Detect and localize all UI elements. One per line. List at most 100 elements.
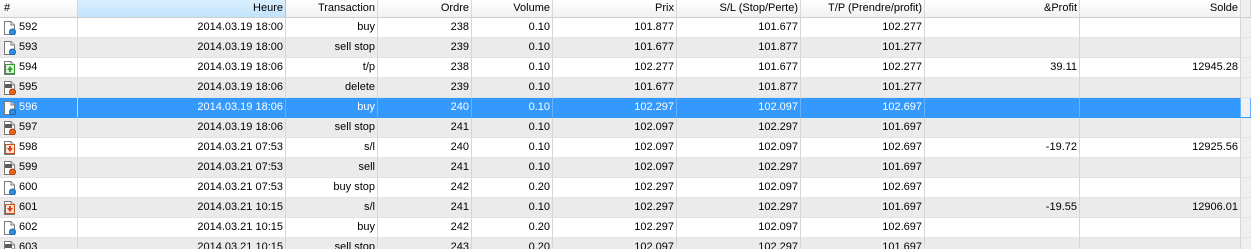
table-row[interactable]: 598 2014.03.21 07:53 s/l 240 0.10 102.097 102.… <box>0 138 1251 158</box>
price-cell: 102.097 <box>553 238 677 249</box>
history-table: # Heure Transaction Ordre Volume Prix S/… <box>0 0 1251 249</box>
scrollbar-track[interactable] <box>1241 38 1251 58</box>
price-cell: 102.297 <box>553 218 677 238</box>
balance-cell <box>1080 18 1241 38</box>
stop-loss-cell: 102.097 <box>677 178 801 198</box>
profit-cell <box>925 98 1080 118</box>
table-row[interactable]: 593 2014.03.19 18:00 sell stop 239 0.10 101.6… <box>0 38 1251 58</box>
table-row[interactable]: 602 2014.03.21 10:15 buy 242 0.20 102.297 102.… <box>0 218 1251 238</box>
header-profit[interactable]: &Profit <box>925 0 1080 17</box>
take-profit-cell: 101.697 <box>801 118 925 138</box>
time-cell: 2014.03.21 10:15 <box>78 238 286 249</box>
profit-cell <box>925 218 1080 238</box>
balance-cell <box>1080 218 1241 238</box>
pending-order-icon <box>3 181 16 196</box>
stop-loss-cell: 101.877 <box>677 78 801 98</box>
transaction-cell: buy <box>286 18 378 38</box>
scrollbar-track[interactable] <box>1241 158 1251 178</box>
header-transaction[interactable]: Transaction <box>286 0 378 17</box>
stop-loss-cell: 102.297 <box>677 118 801 138</box>
stop-loss-cell: 102.097 <box>677 218 801 238</box>
ticket-cell: 599 <box>0 158 78 178</box>
sell-order-icon <box>3 241 16 249</box>
transaction-cell: buy <box>286 218 378 238</box>
pending-order-icon <box>3 41 16 56</box>
stop-loss-cell: 102.097 <box>677 138 801 158</box>
scrollbar-track[interactable] <box>1241 198 1251 218</box>
balance-cell: 12906.01 <box>1080 198 1241 218</box>
profit-cell <box>925 118 1080 138</box>
scrollbar-track[interactable] <box>1241 98 1251 118</box>
table-row[interactable]: 596 2014.03.19 18:06 buy 240 0.10 102.297 102.… <box>0 98 1251 118</box>
header-volume[interactable]: Volume <box>472 0 553 17</box>
header-take-profit[interactable]: T/P (Prendre/profit) <box>801 0 925 17</box>
ticket-cell: 600 <box>0 178 78 198</box>
header-number[interactable]: # <box>0 0 78 17</box>
scrollbar-track[interactable] <box>1241 58 1251 78</box>
volume-cell: 0.20 <box>472 178 553 198</box>
balance-cell <box>1080 118 1241 138</box>
volume-cell: 0.10 <box>472 98 553 118</box>
balance-cell <box>1080 238 1241 249</box>
take-profit-cell: 101.697 <box>801 238 925 249</box>
balance-cell <box>1080 38 1241 58</box>
time-cell: 2014.03.19 18:06 <box>78 78 286 98</box>
take-profit-cell: 102.697 <box>801 218 925 238</box>
ticket-number: 594 <box>19 61 38 73</box>
scrollbar-track[interactable] <box>1241 138 1251 158</box>
table-row[interactable]: 594 2014.03.19 18:06 t/p 238 0.10 102.277 101.… <box>0 58 1251 78</box>
ticket-cell: 592 <box>0 18 78 38</box>
volume-cell: 0.20 <box>472 238 553 249</box>
ticket-cell: 594 <box>0 58 78 78</box>
header-time[interactable]: Heure <box>78 0 286 17</box>
time-cell: 2014.03.19 18:06 <box>78 118 286 138</box>
header-stop-loss[interactable]: S/L (Stop/Perte) <box>677 0 801 17</box>
table-header: # Heure Transaction Ordre Volume Prix S/… <box>0 0 1251 18</box>
transaction-cell: sell stop <box>286 118 378 138</box>
transaction-cell: sell stop <box>286 38 378 58</box>
order-cell: 238 <box>378 18 472 38</box>
table-row[interactable]: 597 2014.03.19 18:06 sell stop 241 0.10 102.0… <box>0 118 1251 138</box>
sell-order-icon <box>3 121 16 136</box>
scrollbar-track[interactable] <box>1241 118 1251 138</box>
volume-cell: 0.10 <box>472 198 553 218</box>
transaction-cell: t/p <box>286 58 378 78</box>
ticket-number: 592 <box>19 21 38 33</box>
stop-loss-cell: 102.097 <box>677 98 801 118</box>
take-profit-icon <box>3 61 16 75</box>
stop-loss-cell: 102.297 <box>677 198 801 218</box>
table-row[interactable]: 601 2014.03.21 10:15 s/l 241 0.10 102.297 102.… <box>0 198 1251 218</box>
pending-order-icon <box>3 101 16 116</box>
volume-cell: 0.10 <box>472 58 553 78</box>
order-cell: 238 <box>378 58 472 78</box>
scrollbar-track[interactable] <box>1241 238 1251 249</box>
price-cell: 101.677 <box>553 38 677 58</box>
scrollbar-track[interactable] <box>1241 178 1251 198</box>
transaction-cell: s/l <box>286 198 378 218</box>
table-row[interactable]: 595 2014.03.19 18:06 delete 239 0.10 101.677 1… <box>0 78 1251 98</box>
scrollbar-track[interactable] <box>1241 78 1251 98</box>
take-profit-cell: 102.277 <box>801 58 925 78</box>
transaction-cell: buy <box>286 98 378 118</box>
header-price[interactable]: Prix <box>553 0 677 17</box>
profit-cell: -19.55 <box>925 198 1080 218</box>
transaction-cell: s/l <box>286 138 378 158</box>
scrollbar-track[interactable] <box>1241 18 1251 38</box>
table-row[interactable]: 592 2014.03.19 18:00 buy 238 0.10 101.877 101.… <box>0 18 1251 38</box>
table-row[interactable]: 599 2014.03.21 07:53 sell 241 0.10 102.097 102… <box>0 158 1251 178</box>
table-row[interactable]: 603 2014.03.21 10:15 sell stop 243 0.20 102.0… <box>0 238 1251 249</box>
price-cell: 102.297 <box>553 198 677 218</box>
take-profit-cell: 102.697 <box>801 98 925 118</box>
sell-order-icon <box>3 161 16 176</box>
profit-cell <box>925 178 1080 198</box>
table-row[interactable]: 600 2014.03.21 07:53 buy stop 242 0.20 102.29… <box>0 178 1251 198</box>
ticket-number: 595 <box>19 81 38 93</box>
ticket-number: 593 <box>19 41 38 53</box>
profit-cell <box>925 238 1080 249</box>
order-cell: 242 <box>378 218 472 238</box>
header-order[interactable]: Ordre <box>378 0 472 17</box>
profit-cell: -19.72 <box>925 138 1080 158</box>
ticket-cell: 598 <box>0 138 78 158</box>
header-balance[interactable]: Solde <box>1080 0 1241 17</box>
scrollbar-track[interactable] <box>1241 218 1251 238</box>
